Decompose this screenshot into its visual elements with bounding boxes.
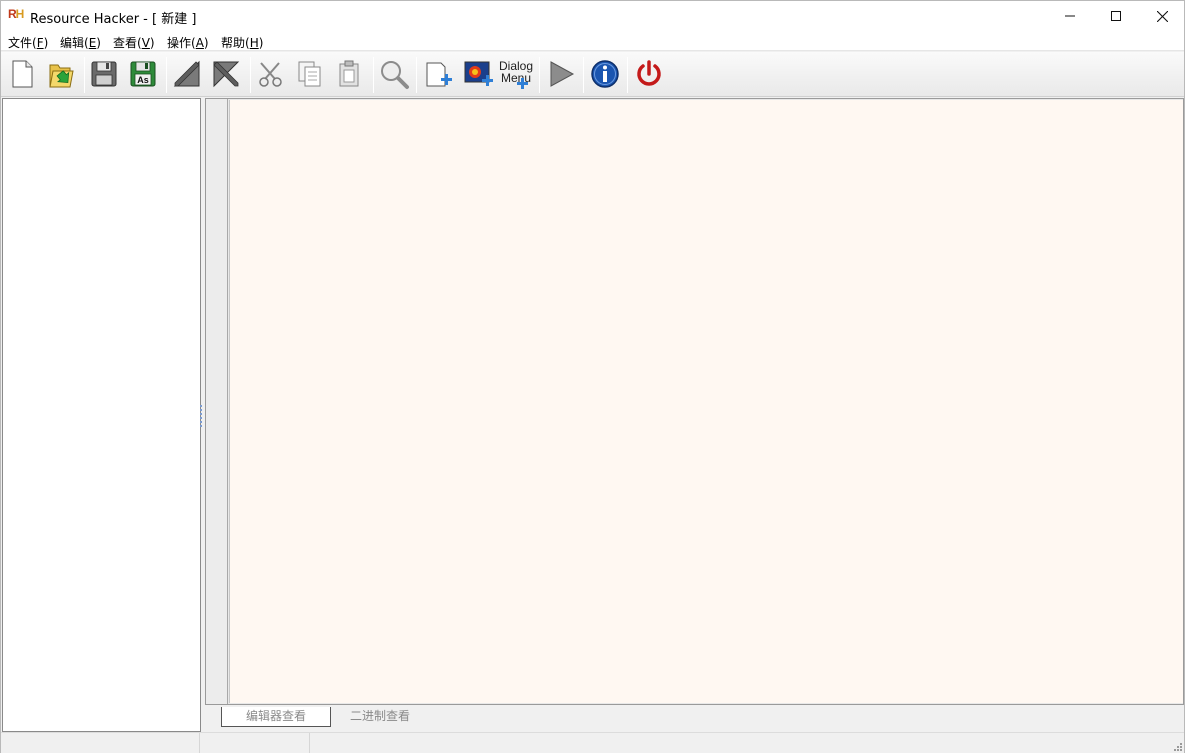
menu-file-end: ) [43,36,49,50]
about-button[interactable] [587,56,623,92]
menu-action[interactable]: 操作(A) [167,34,209,51]
menu-bar: 文件(F) 编辑(E) 查看(V) 操作(A) 帮助(H) [1,31,1184,51]
run-button[interactable] [543,56,579,92]
next-icon [213,61,240,88]
view-tab-strip: 编辑器查看 二进制查看 [205,705,1184,729]
about-icon [591,60,619,88]
menu-edit-end: ) [96,36,101,50]
menu-help-label: 帮助( [221,36,250,50]
tab-binary-view[interactable]: 二进制查看 [350,707,450,727]
resource-tree-panel[interactable] [2,98,201,732]
open-folder-icon [49,64,74,88]
paste-button[interactable] [331,56,367,92]
dialog-menu-button[interactable]: Dialog Menu [498,56,534,92]
splitter-handle[interactable] [200,405,203,429]
tab-editor-view[interactable]: 编辑器查看 [221,707,331,727]
save-as-button[interactable]: As [125,56,161,92]
add-image-icon [464,61,493,86]
run-icon [550,61,575,87]
svg-text:As: As [137,75,149,85]
new-button[interactable] [4,56,40,92]
cut-icon [259,62,282,87]
menu-view[interactable]: 查看(V) [113,34,155,51]
save-icon [91,61,117,87]
previous-button[interactable] [169,56,205,92]
menu-help-accel: H [249,36,259,50]
menu-file[interactable]: 文件(F) [8,34,48,51]
exit-button[interactable] [631,56,667,92]
app-logo-icon: RH [8,7,24,21]
maximize-icon [1111,11,1121,21]
toolbar: As Dialog Menu [1,52,1184,97]
menu-help[interactable]: 帮助(H) [221,34,263,51]
close-button[interactable] [1139,1,1185,31]
next-button[interactable] [208,56,244,92]
paste-icon [339,60,359,87]
save-button[interactable] [86,56,122,92]
cut-button[interactable] [253,56,289,92]
status-bar [1,732,1184,753]
search-button[interactable] [376,56,412,92]
toolbar-separator [416,57,417,93]
copy-icon [298,61,321,87]
menu-view-end: ) [149,36,155,50]
toolbar-separator [373,57,374,93]
toolbar-separator [166,57,167,93]
status-pane-3 [310,733,1170,753]
minimize-button[interactable] [1047,1,1093,31]
menu-action-accel: A [195,36,204,50]
editor-frame [205,98,1184,705]
menu-edit[interactable]: 编辑(E) [60,34,101,51]
exit-icon [637,60,661,86]
resource-hacker-window: RH Resource Hacker - [ 新建 ] 文件(F) 编辑(E) … [0,0,1185,753]
menu-action-label: 操作( [167,36,196,50]
menu-file-label: 文件( [8,36,37,50]
toolbar-separator [250,57,251,93]
toolbar-separator [84,57,85,93]
toolbar-separator [583,57,584,93]
window-title: Resource Hacker - [ 新建 ] [30,12,197,27]
menu-view-label: 查看( [113,36,142,50]
add-resource-button[interactable] [420,56,456,92]
menu-help-end: ) [258,36,264,50]
save-as-icon: As [130,61,156,87]
minimize-icon [1065,15,1075,17]
menu-action-end: ) [203,36,209,50]
close-icon [1156,10,1168,22]
status-pane-2 [200,733,310,753]
add-resource-icon [426,62,452,87]
line-number-gutter [206,99,228,704]
add-image-button[interactable] [460,56,496,92]
menu-file-accel: F [36,36,44,50]
title-bar[interactable]: RH Resource Hacker - [ 新建 ] [1,1,1184,31]
toolbar-separator [539,57,540,93]
status-pane-1 [1,733,200,753]
maximize-button[interactable] [1093,1,1139,31]
new-file-icon [12,60,33,88]
copy-button[interactable] [292,56,328,92]
menu-view-accel: V [141,36,150,50]
editor-area[interactable] [229,100,1183,703]
dialog-menu-plus-icon [517,78,528,89]
toolbar-separator [627,57,628,93]
resize-grip-icon[interactable] [1172,741,1182,751]
previous-icon [173,60,200,87]
open-button[interactable] [43,56,79,92]
search-icon [381,61,409,89]
menu-edit-label: 编辑( [60,36,89,50]
